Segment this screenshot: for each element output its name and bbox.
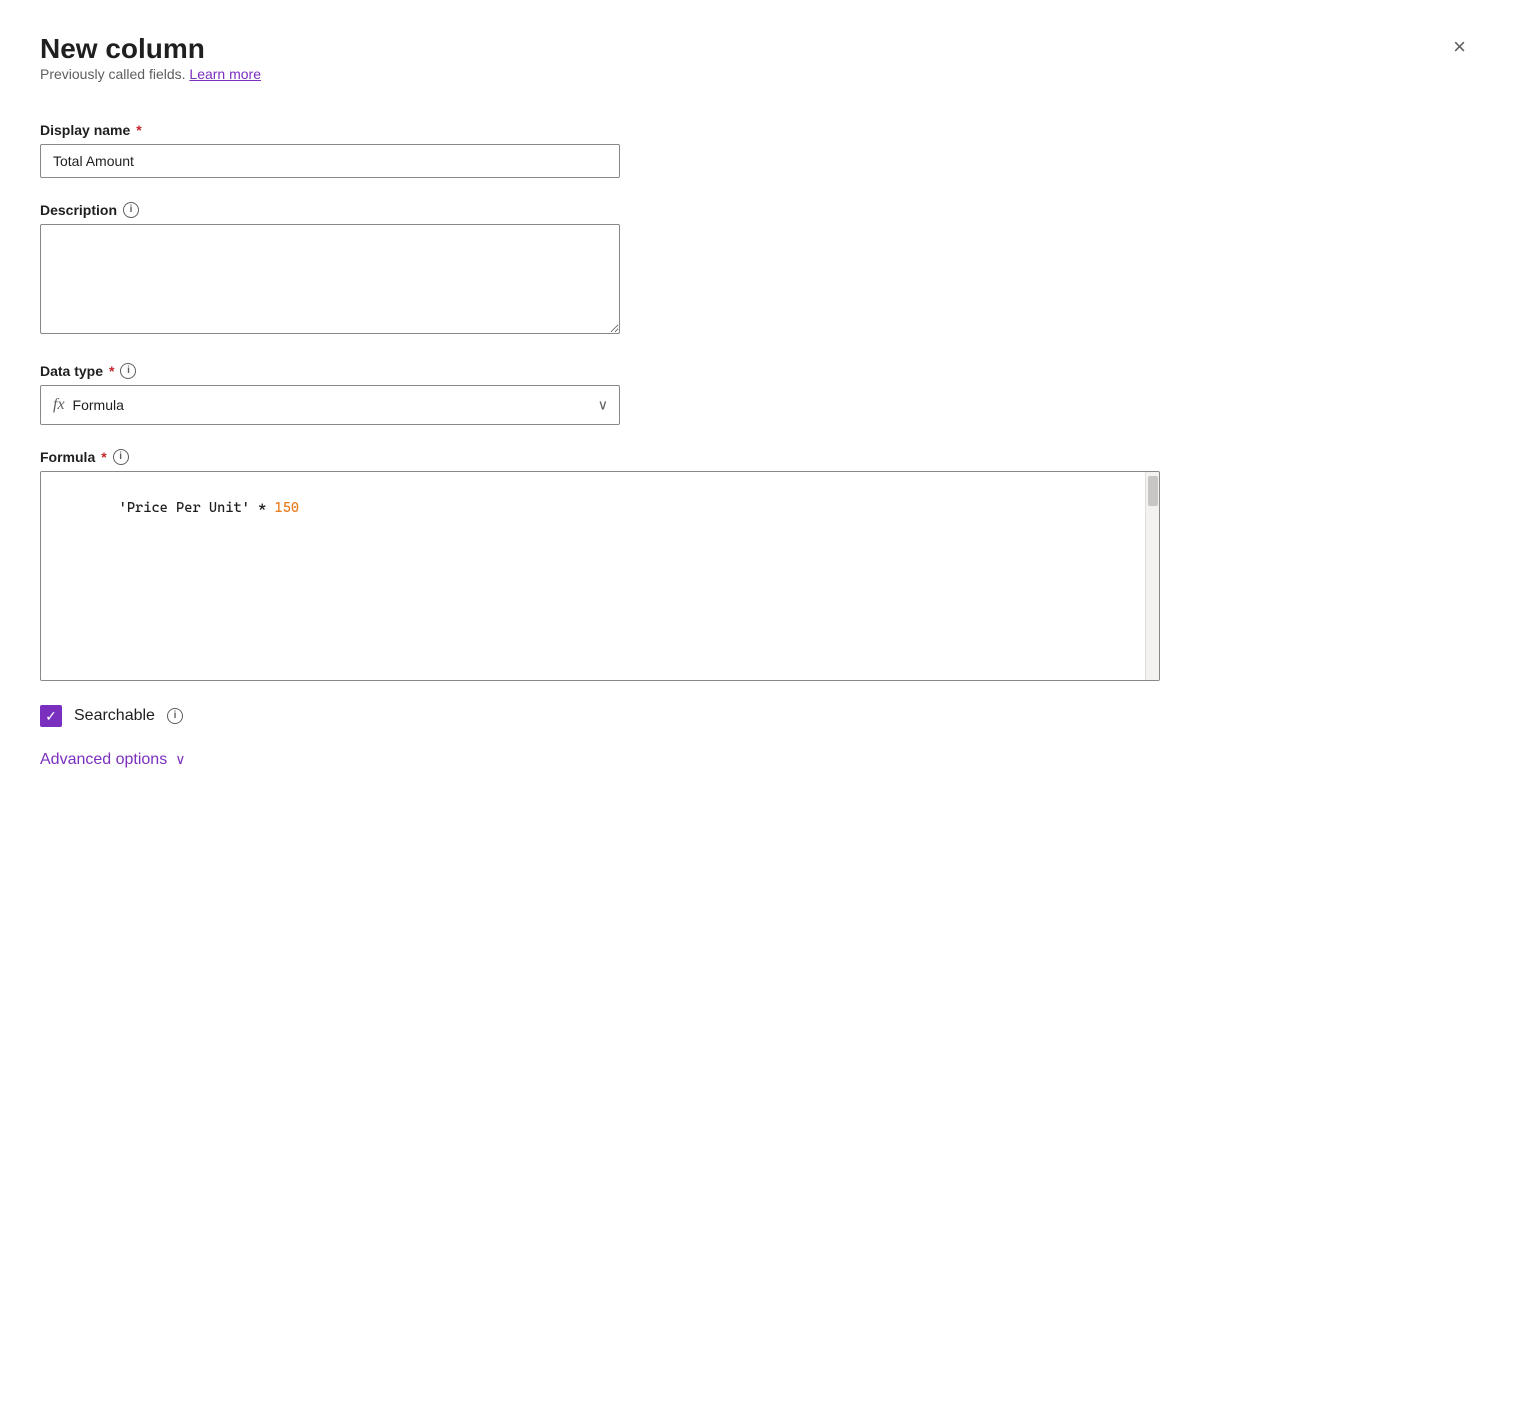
- searchable-label: Searchable: [74, 707, 155, 725]
- panel-title: New column: [40, 32, 261, 66]
- description-label: Description i: [40, 202, 620, 218]
- formula-scroll-thumb: [1148, 476, 1158, 506]
- advanced-options-row[interactable]: Advanced options ∨: [40, 751, 1474, 769]
- formula-section: Formula * i 'Price Per Unit' * 150: [40, 449, 1160, 681]
- fx-icon: fx: [53, 396, 65, 414]
- formula-required: *: [101, 449, 106, 465]
- panel-header: New column Previously called fields. Lea…: [40, 32, 1474, 114]
- description-info-icon: i: [123, 202, 139, 218]
- panel-subtitle: Previously called fields. Learn more: [40, 66, 261, 82]
- advanced-chevron-down-icon: ∨: [175, 751, 185, 768]
- formula-info-icon: i: [113, 449, 129, 465]
- new-column-panel: New column Previously called fields. Lea…: [0, 0, 1514, 1412]
- searchable-checkbox-wrapper[interactable]: ✓ Searchable: [40, 705, 155, 727]
- check-icon: ✓: [45, 709, 57, 723]
- data-type-value: Formula: [73, 397, 124, 413]
- data-type-required: *: [109, 363, 114, 379]
- formula-label: Formula * i: [40, 449, 1160, 465]
- formula-scrollbar[interactable]: [1145, 472, 1159, 680]
- learn-more-link[interactable]: Learn more: [189, 66, 261, 82]
- advanced-options-label: Advanced options: [40, 751, 167, 769]
- description-input[interactable]: [40, 224, 620, 334]
- description-section: Description i: [40, 202, 620, 339]
- searchable-row: ✓ Searchable i: [40, 705, 1474, 727]
- searchable-checkbox[interactable]: ✓: [40, 705, 62, 727]
- formula-operator-part: *: [250, 500, 275, 516]
- display-name-section: Display name *: [40, 122, 620, 178]
- formula-editor[interactable]: 'Price Per Unit' * 150: [40, 471, 1160, 681]
- data-type-section: Data type * i fx Formula ∨: [40, 363, 620, 425]
- display-name-input[interactable]: [40, 144, 620, 178]
- data-type-select[interactable]: fx Formula: [40, 385, 620, 425]
- data-type-select-wrapper: fx Formula ∨: [40, 385, 620, 425]
- data-type-info-icon: i: [120, 363, 136, 379]
- formula-string-part: 'Price Per Unit': [119, 500, 250, 516]
- panel-title-area: New column Previously called fields. Lea…: [40, 32, 261, 114]
- searchable-info-icon: i: [167, 708, 183, 724]
- data-type-label: Data type * i: [40, 363, 620, 379]
- display-name-required: *: [136, 122, 141, 138]
- display-name-label: Display name *: [40, 122, 620, 138]
- close-button[interactable]: ×: [1445, 32, 1474, 62]
- formula-number-part: 150: [274, 500, 299, 516]
